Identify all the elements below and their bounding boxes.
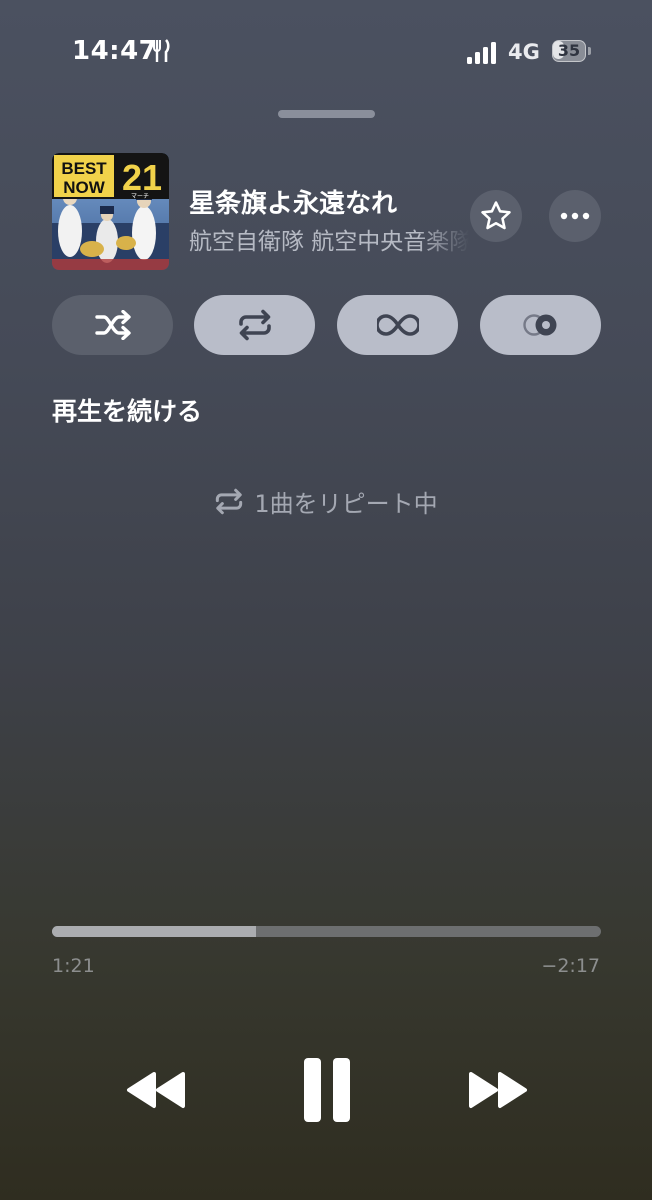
artist-name: 航空自衛隊 航空中央音楽隊 (189, 229, 469, 255)
autoplay-button[interactable] (337, 295, 458, 355)
more-button[interactable] (549, 190, 601, 242)
song-title: 星条旗よ永遠なれ (189, 189, 398, 219)
progress-slider[interactable] (52, 926, 601, 937)
pause-icon (304, 1058, 350, 1122)
status-time: 14:47 (72, 36, 158, 66)
pause-button[interactable] (290, 1050, 364, 1130)
network-label: 4G (508, 40, 540, 64)
fork-knife-icon (153, 39, 170, 62)
rewind-button[interactable] (114, 1050, 194, 1130)
sheet-grabber[interactable] (278, 110, 375, 118)
favorite-button[interactable] (470, 190, 522, 242)
crossfade-icon (522, 314, 556, 336)
repeat-button[interactable] (194, 295, 315, 355)
rewind-icon (127, 1072, 185, 1108)
battery-percent: 35 (557, 41, 581, 60)
repeat-icon (238, 309, 271, 341)
ellipsis-icon (560, 212, 590, 220)
album-art-top-text: BEST (61, 159, 107, 178)
signal-icon (467, 42, 496, 64)
artist-wrap: 航空自衛隊 航空中央音楽隊 (189, 222, 469, 256)
album-art-middle-text: NOW (63, 178, 106, 197)
elapsed-time: 1:21 (52, 955, 95, 977)
album-art-subtitle: マーチ (131, 193, 149, 200)
crossfade-button[interactable] (480, 295, 601, 355)
repeat-status-text: 1曲をリピート中 (254, 490, 438, 518)
fast-forward-icon (469, 1072, 527, 1108)
album-art-number: 21 (122, 157, 162, 198)
repeat-icon (216, 488, 243, 515)
shuffle-button[interactable] (52, 295, 173, 355)
battery-icon: 35 (552, 40, 592, 64)
album-art[interactable]: BEST NOW 21 マーチ (52, 153, 169, 270)
shuffle-icon (94, 310, 131, 340)
fast-forward-button[interactable] (460, 1050, 540, 1130)
progress-fill (52, 926, 257, 937)
repeat-status: 1曲をリピート中 (0, 484, 652, 519)
star-outline-icon (481, 201, 511, 230)
album-art-image: BEST NOW 21 マーチ (52, 153, 169, 270)
continue-playing-heading: 再生を続ける (52, 397, 203, 426)
remaining-time: −2:17 (541, 955, 600, 977)
infinity-icon (376, 314, 419, 336)
